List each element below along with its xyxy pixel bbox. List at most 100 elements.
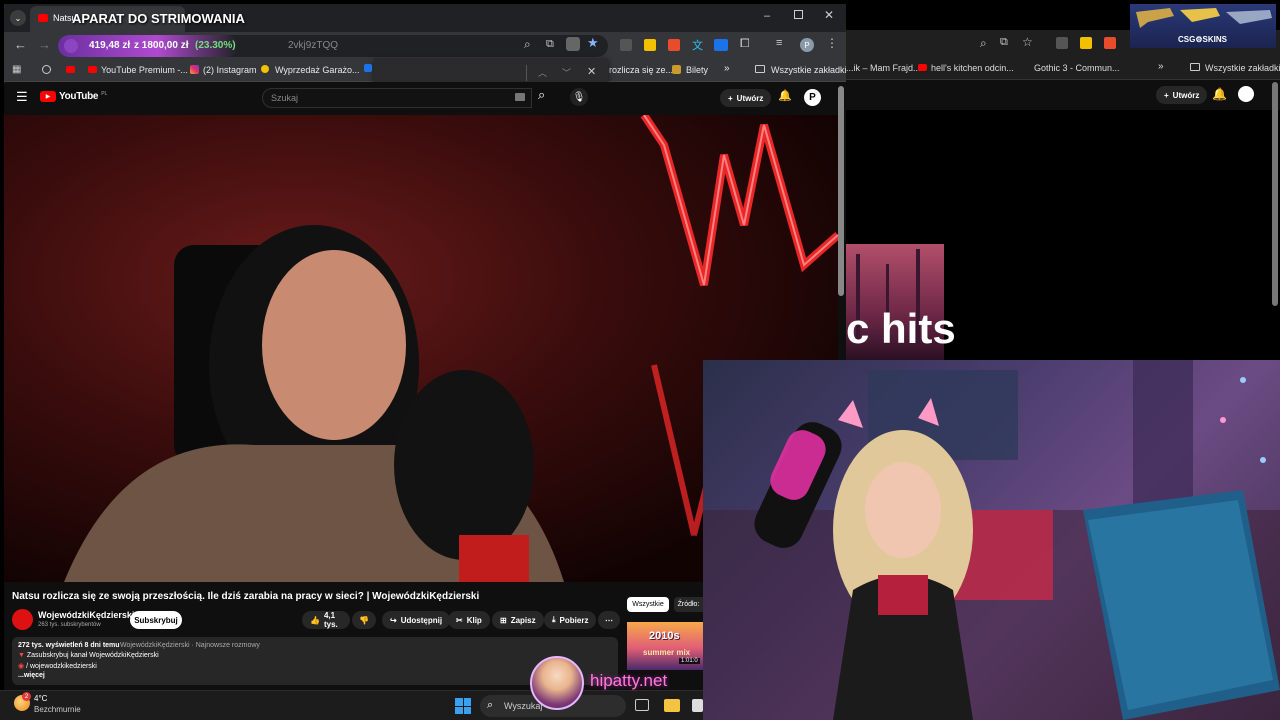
create-button[interactable]: + Utwórz [1156,86,1208,104]
address-text: 2vkj9zTQQ [288,40,339,51]
bell-icon[interactable]: 🔔 [778,89,792,102]
stream-title: APARAT DO STRIMOWANIA [72,11,245,26]
youtube-icon [88,66,97,73]
dislike-button[interactable]: 👎 [352,611,376,629]
close-icon[interactable]: ✕ [824,8,834,22]
channel-avatar[interactable] [12,609,33,630]
translate-icon[interactable]: 文 [692,37,703,53]
bookmark-icon[interactable] [42,65,51,74]
show-more-link[interactable]: ...więcej [18,672,45,679]
star-icon[interactable]: ☆ [1022,35,1033,49]
share-button[interactable]: ↪ Udostępnij [382,611,451,629]
reader-icon[interactable] [566,37,580,51]
hamburger-menu-icon[interactable]: ☰ [16,89,28,105]
scrollbar[interactable] [1272,82,1278,306]
instagram-icon: ◉ [18,663,25,670]
back-arrow-icon[interactable]: ← [14,37,27,52]
avatar[interactable]: P [804,89,821,106]
down-arrow-icon: ▼ [18,652,25,659]
thumbnail-text: c hits [846,305,956,352]
profile-avatar[interactable]: P [800,38,814,52]
youtube-logo[interactable]: ▶ YouTube PL [40,91,107,102]
search-input[interactable]: Szukaj [262,88,532,108]
extension-icon[interactable] [668,39,680,51]
thumbnail-subtext: summer mix [643,648,691,657]
tab-search-icon[interactable]: ⌄ [10,10,26,26]
chevron-right-icon[interactable]: » [1158,61,1164,72]
description-box[interactable]: 272 tys. wyświetleń 8 dni temu Wojewódzk… [12,637,618,685]
chevron-up-icon[interactable]: ︿ [538,66,547,79]
background-bookmarks-bar: ...ik – Mam Frajd... hell's kitchen odci… [846,58,1280,80]
description-line: ◉ / wojewodzkikedzierski [18,663,97,670]
extension-icon[interactable] [1104,37,1116,49]
keyboard-icon[interactable] [515,93,525,101]
like-button[interactable]: 👍 4,1 tys. [302,611,350,629]
folder-icon [1190,63,1200,71]
microphone-icon[interactable]: 🎙 [570,88,588,106]
create-button[interactable]: + Utwórz [720,89,772,107]
file-explorer-icon[interactable] [664,699,680,712]
webcam-overlay [703,360,1280,720]
search-icon[interactable]: ⌕ [538,87,545,103]
playlist-icon[interactable]: ≡ [776,37,782,49]
task-view-icon[interactable] [635,699,649,711]
weather-condition[interactable]: Bezchmurnie [34,705,81,714]
star-icon[interactable]: ★ [587,35,599,51]
apps-grid-icon[interactable]: ▦ [12,64,21,75]
extension-icon[interactable] [1056,37,1068,49]
zoom-icon[interactable]: ⌕ [980,36,987,51]
channel-name[interactable]: WojewódzkiKędzierski [38,610,134,620]
bookmark-item[interactable]: YouTube Premium -... [101,65,188,75]
webcam-frame [703,360,1280,720]
chevron-down-icon[interactable]: ﹀ [562,66,571,79]
bookmark-item[interactable]: Bilety [686,65,708,75]
menu-dots-icon[interactable]: ⋮ [826,36,838,50]
filter-chip-source[interactable]: Źródło: [674,597,703,612]
download-button[interactable]: ⤓ Pobierz [544,611,597,629]
video-duration: 1:01:0 [679,658,700,664]
bookmark-item[interactable]: Gothic 3 - Commun... [1034,63,1120,73]
views-line: 272 tys. wyświetleń 8 dni temu [18,642,120,649]
bell-icon[interactable]: 🔔 [1212,87,1227,101]
chevron-right-icon[interactable]: » [724,63,730,74]
extension-icon[interactable] [714,39,728,51]
bookmark-item[interactable]: Wyprzedaż Garażo... [275,65,359,75]
bookmark-item-all[interactable]: Wszystkie zakładki [1205,63,1280,73]
more-dots-icon: ⋯ [605,615,613,625]
extension-icon[interactable] [644,39,656,51]
extension-icon[interactable] [620,39,632,51]
forward-arrow-icon[interactable]: → [38,37,51,52]
bookmark-item[interactable]: hell's kitchen odcin... [931,63,1014,73]
bookmark-item-all[interactable]: Wszystkie zakładki [771,65,847,75]
ticket-icon [672,65,681,74]
bookmark-item[interactable]: (2) Instagram [203,65,257,75]
recommended-video-thumbnail[interactable]: 2010s summer mix 1:01:0 [627,622,703,670]
thumbs-down-icon: 👎 [359,615,369,625]
subscribe-button[interactable]: Subskrybuj [130,611,182,629]
plus-icon: + [1164,90,1169,100]
bookmark-item[interactable]: rozlicza się ze... [609,65,673,75]
clip-button[interactable]: ✂ Klip [448,611,490,629]
save-button[interactable]: ⊞ Zapisz [492,611,544,629]
price-ticker: 419,48 zł z 1800,00 zł (23.30%) [58,35,238,57]
skin-icon [64,39,78,53]
avatar[interactable] [1238,86,1254,102]
zoom-icon[interactable]: ⌕ [524,37,531,52]
windows-start-icon[interactable] [455,698,471,714]
extension-icon[interactable] [1080,37,1092,49]
youtube-icon [918,64,927,71]
maximize-icon[interactable] [794,10,803,19]
more-actions-button[interactable]: ⋯ [598,611,620,629]
scrollbar[interactable] [838,86,844,296]
bookmark-item[interactable]: ...ik – Mam Frajd... [846,63,921,73]
puzzle-icon[interactable]: ⧠ [740,36,750,51]
weather-temp[interactable]: 4°C [34,694,47,703]
minimize-icon[interactable]: – [764,10,770,22]
store-icon[interactable] [692,699,703,712]
background-youtube-header: + Utwórz 🔔 [846,80,1280,110]
cast-icon[interactable]: ⧉ [546,38,554,51]
cast-icon[interactable]: ⧉ [1000,36,1008,49]
filter-chip-all[interactable]: Wszystkie [627,597,669,612]
close-icon[interactable]: ✕ [587,65,596,78]
extension-icon [364,64,372,72]
